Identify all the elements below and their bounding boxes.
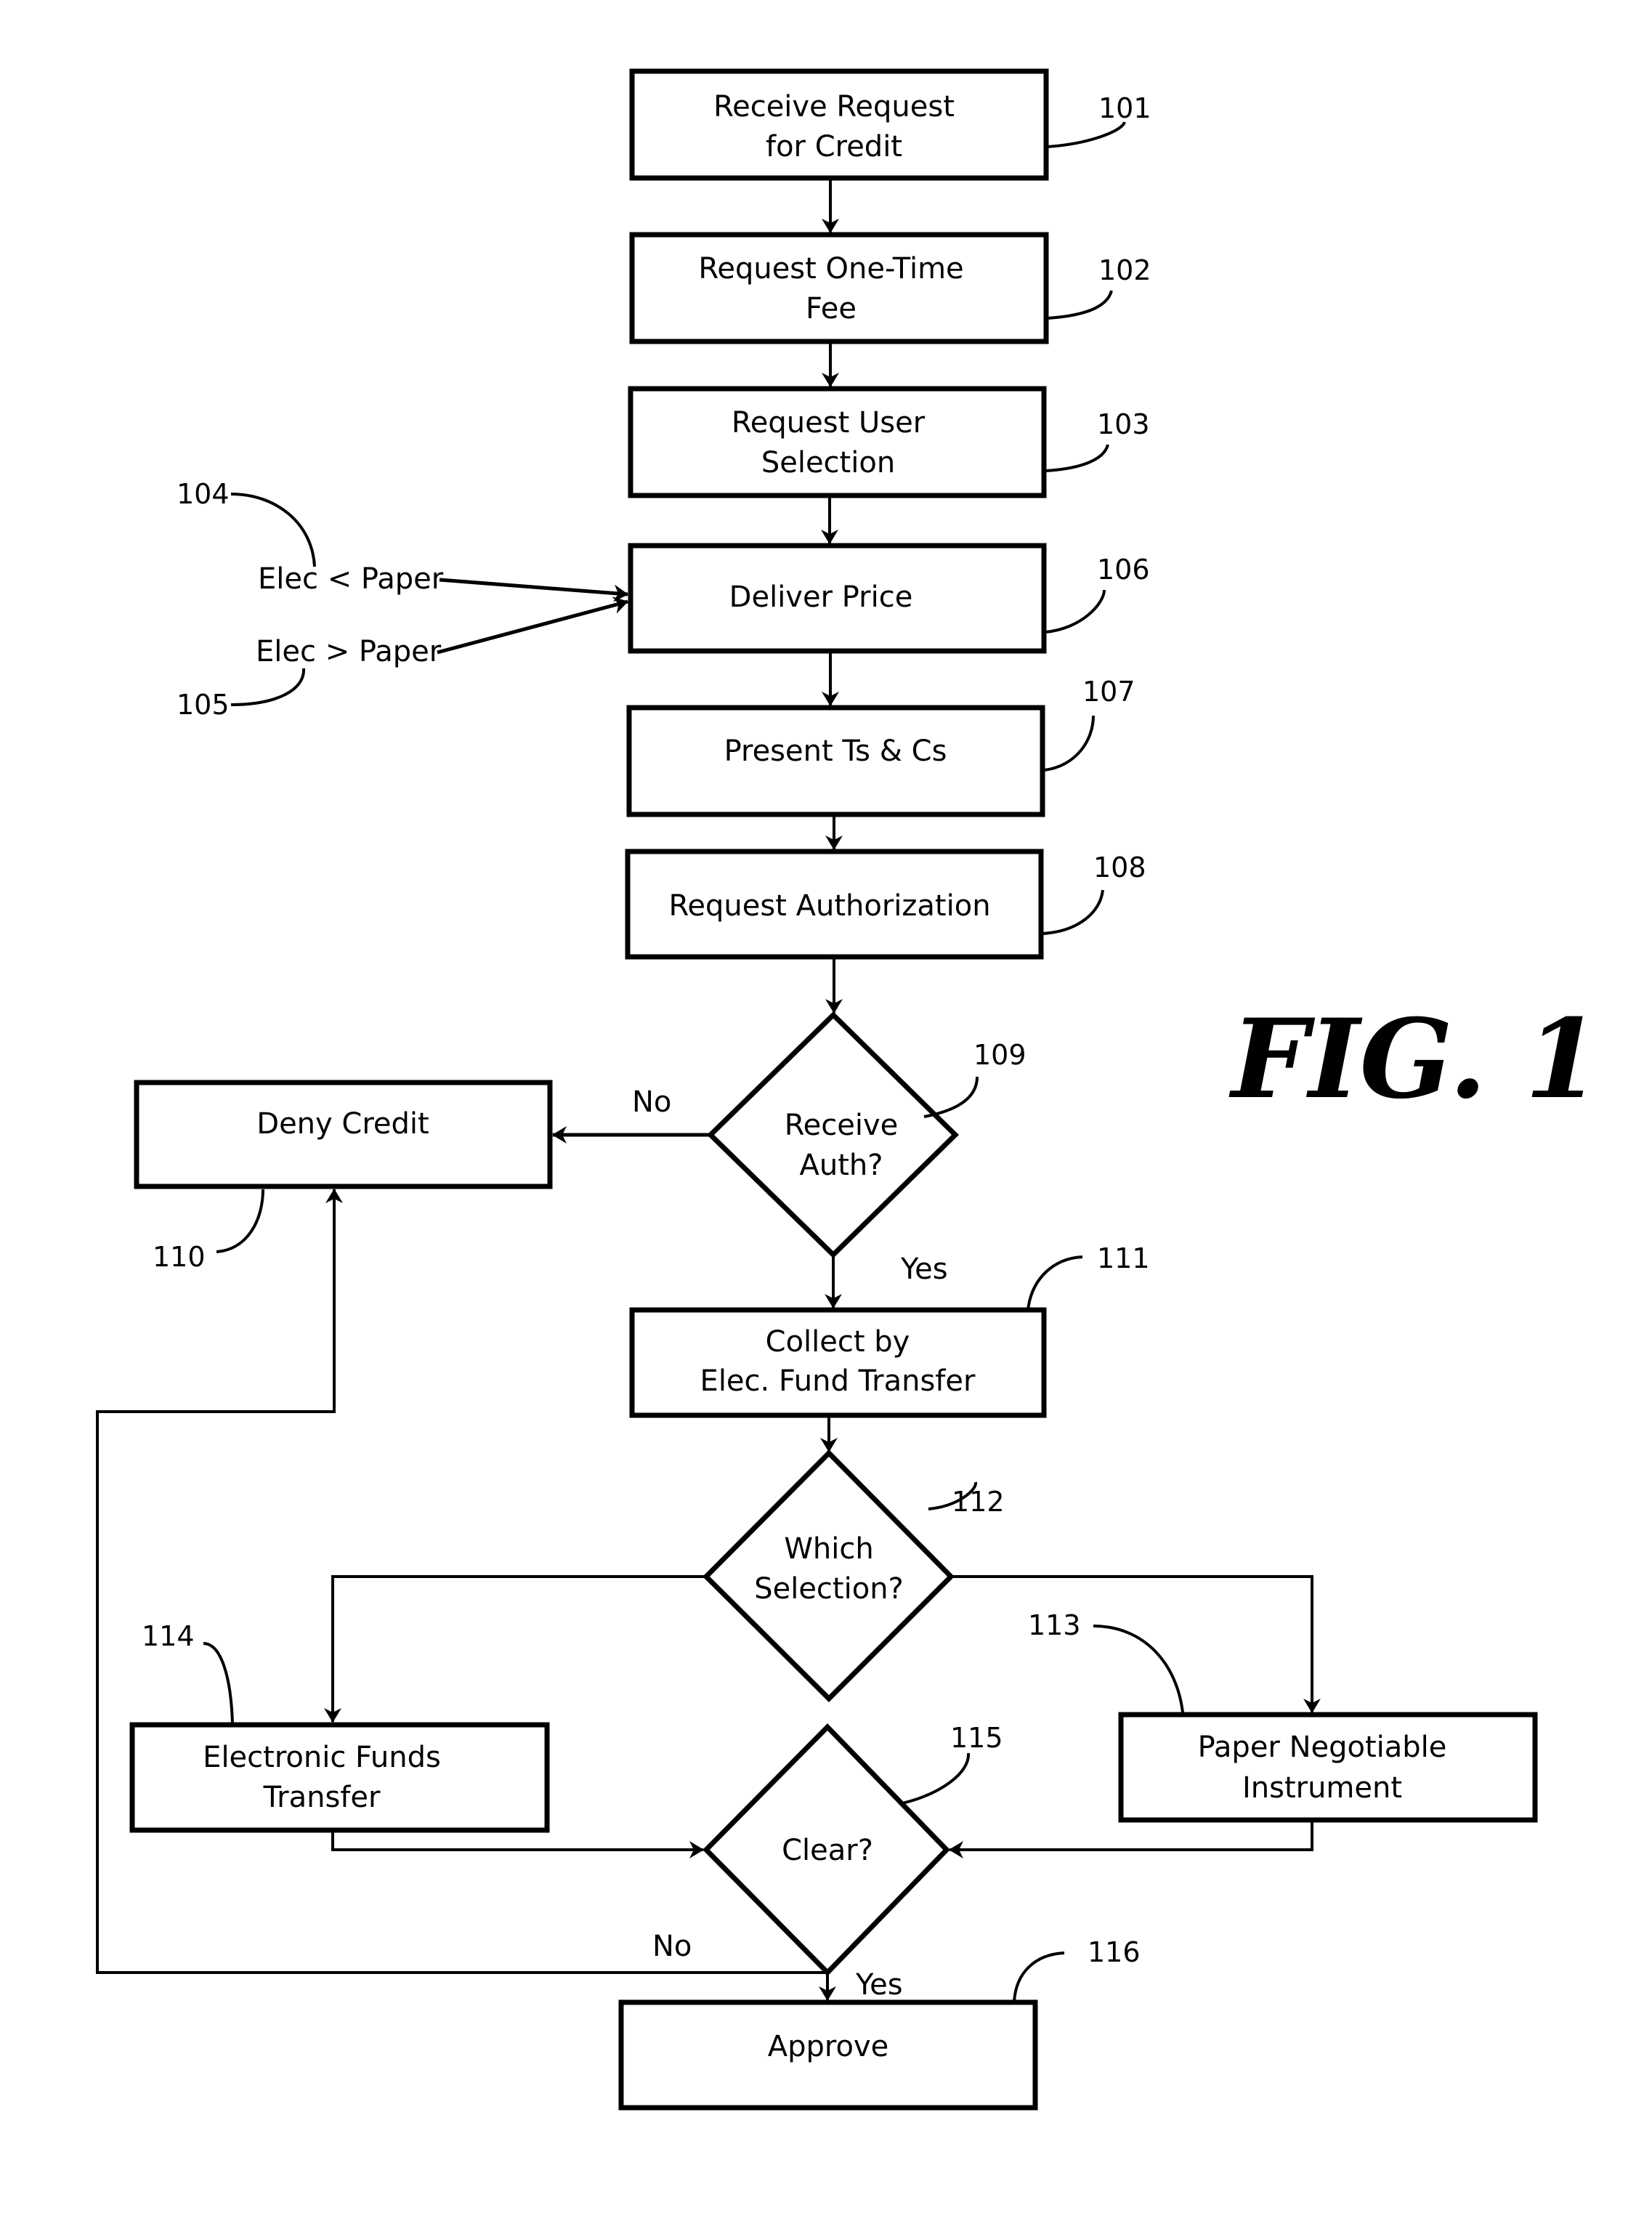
leader-line-108 xyxy=(1042,889,1104,935)
node-label-line: Instrument xyxy=(1242,1771,1402,1805)
ref-numeral-105: 105 xyxy=(177,689,230,721)
node-108: Request Authorization xyxy=(625,849,1044,960)
node-label-line: Request User xyxy=(732,406,926,440)
input-label-elec-gt-paper: Elec > Paper xyxy=(256,635,442,668)
edge-112-114 xyxy=(324,1575,706,1723)
node-label-line: Clear? xyxy=(782,1834,873,1867)
ref-numeral-110: 110 xyxy=(153,1241,206,1273)
input-label-elec-lt-paper: Elec < Paper xyxy=(258,562,444,596)
node-label-line: Receive xyxy=(785,1109,899,1142)
node-label-line: Auth? xyxy=(800,1149,883,1182)
leader-line-101 xyxy=(1047,121,1126,148)
node-113: Paper Negotiable Instrument xyxy=(1118,1712,1538,1823)
edge-113-115 xyxy=(949,1820,1313,1858)
node-label-line: Paper Negotiable xyxy=(1198,1731,1447,1764)
edge-104-106 xyxy=(439,578,628,602)
leader-line-111 xyxy=(1027,1255,1083,1311)
ref-numeral-101: 101 xyxy=(1098,92,1151,124)
ref-numeral-112: 112 xyxy=(952,1486,1005,1518)
node-label-line: Request One-Time xyxy=(698,252,963,286)
node-label-line: Selection? xyxy=(754,1572,904,1606)
node-label-line: Collect by xyxy=(766,1325,910,1359)
leader-line-106 xyxy=(1045,589,1106,634)
node-label-line: Request Authorization xyxy=(668,889,990,923)
leader-line-104 xyxy=(230,493,316,567)
leader-line-115 xyxy=(899,1752,971,1805)
node-111: Collect by Elec. Fund Transfer xyxy=(629,1307,1047,1418)
edge-105-106 xyxy=(437,596,628,655)
node-label-line: Selection xyxy=(761,446,895,480)
figure-title: FIG. 1 xyxy=(1228,995,1600,1123)
node-label-line: Which xyxy=(784,1532,873,1566)
leader-line-113 xyxy=(1093,1625,1184,1713)
node-107: Present Ts & Cs xyxy=(626,705,1045,817)
node-110: Deny Credit xyxy=(134,1080,553,1189)
edge-label-clear-no: No xyxy=(652,1930,692,1963)
ref-numeral-104: 104 xyxy=(177,478,230,510)
node-103: Request User Selection xyxy=(628,386,1047,498)
leader-line-110 xyxy=(216,1189,264,1253)
ref-numeral-108: 108 xyxy=(1093,851,1146,883)
leader-line-103 xyxy=(1045,444,1109,472)
node-label-line: Electronic Funds xyxy=(203,1741,441,1774)
ref-numeral-106: 106 xyxy=(1097,554,1150,586)
node-115: Clear? xyxy=(702,1723,950,1977)
reference-numerals: 101 102 103 104 105 106 107 108 109 110 … xyxy=(142,92,1184,2003)
node-label-line: Approve xyxy=(768,2030,888,2063)
leader-line-102 xyxy=(1047,290,1113,320)
node-label-line: Transfer xyxy=(263,1781,381,1814)
ref-numeral-115: 115 xyxy=(950,1722,1003,1754)
ref-numeral-103: 103 xyxy=(1097,408,1150,440)
leader-line-107 xyxy=(1043,715,1095,772)
ref-numeral-109: 109 xyxy=(973,1039,1027,1071)
edge-112-113 xyxy=(951,1575,1321,1713)
ref-numeral-111: 111 xyxy=(1097,1242,1150,1274)
flowchart-canvas: No Yes No Yes Receive Request for Credit… xyxy=(96,68,1600,2111)
node-label-line: Deliver Price xyxy=(729,581,913,614)
node-112: Which Selection? xyxy=(702,1449,955,1702)
node-label-line: Present Ts & Cs xyxy=(724,735,947,768)
node-114: Electronic Funds Transfer xyxy=(129,1722,550,1833)
ref-numeral-102: 102 xyxy=(1098,254,1151,286)
ref-numeral-113: 113 xyxy=(1028,1609,1081,1641)
edge-label-auth-yes: Yes xyxy=(900,1253,948,1286)
node-109: Receive Auth? xyxy=(706,1011,959,1258)
ref-numeral-114: 114 xyxy=(142,1620,195,1652)
node-102: Request One-Time Fee xyxy=(629,232,1049,344)
node-label-line: Fee xyxy=(806,292,857,325)
node-label-line: Deny Credit xyxy=(256,1107,429,1141)
leader-line-105 xyxy=(230,668,306,706)
node-106: Deliver Price xyxy=(628,543,1047,654)
leader-line-114 xyxy=(203,1642,234,1724)
node-label-line: Elec. Fund Transfer xyxy=(700,1364,976,1398)
node-label-line: Receive Request xyxy=(713,90,955,124)
edge-label-clear-yes: Yes xyxy=(855,1968,903,2002)
edge-114-115 xyxy=(331,1830,704,1858)
ref-numeral-107: 107 xyxy=(1082,676,1135,708)
edge-label-auth-no: No xyxy=(632,1085,671,1119)
node-101: Receive Request for Credit xyxy=(629,68,1049,181)
leader-line-116 xyxy=(1013,1951,1065,2003)
node-label-line: for Credit xyxy=(766,130,902,163)
node-116: Approve xyxy=(618,1999,1038,2111)
ref-numeral-116: 116 xyxy=(1088,1936,1141,1968)
